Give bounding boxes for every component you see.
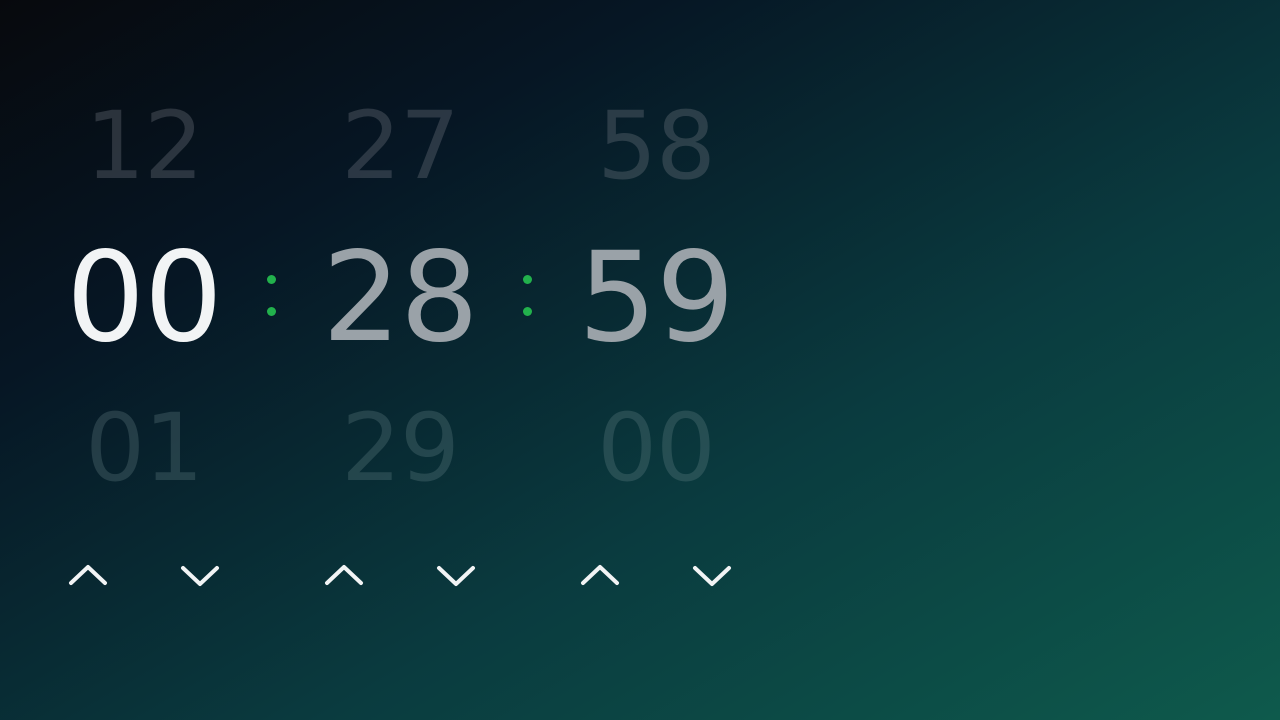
- chevron-up-icon: [69, 565, 107, 585]
- seconds-current-value[interactable]: 59: [544, 236, 768, 360]
- separator-dot: [267, 275, 276, 284]
- minutes-current-value[interactable]: 28: [288, 236, 512, 360]
- hours-decrement-button[interactable]: [180, 556, 220, 596]
- minutes-next-value[interactable]: 29: [288, 402, 512, 496]
- time-picker: 12 00 01 27 28 29 58 59 00: [0, 0, 800, 720]
- seconds-column[interactable]: 58 59 00: [544, 0, 768, 720]
- seconds-decrement-button[interactable]: [692, 556, 732, 596]
- time-separator: [267, 270, 277, 320]
- chevron-down-icon: [437, 566, 475, 586]
- separator-dot: [523, 307, 532, 316]
- chevron-down-icon: [181, 566, 219, 586]
- minutes-column[interactable]: 27 28 29: [288, 0, 512, 720]
- seconds-previous-value[interactable]: 58: [544, 100, 768, 194]
- separator-dot: [267, 307, 276, 316]
- seconds-next-value[interactable]: 00: [544, 402, 768, 496]
- hours-increment-button[interactable]: [68, 556, 108, 596]
- hours-column[interactable]: 12 00 01: [32, 0, 256, 720]
- minutes-decrement-button[interactable]: [436, 556, 476, 596]
- time-separator: [523, 270, 533, 320]
- chevron-down-icon: [693, 566, 731, 586]
- hours-previous-value[interactable]: 12: [32, 100, 256, 194]
- separator-dot: [523, 275, 532, 284]
- chevron-up-icon: [325, 565, 363, 585]
- chevron-up-icon: [581, 565, 619, 585]
- minutes-increment-button[interactable]: [324, 556, 364, 596]
- hours-current-value[interactable]: 00: [32, 236, 256, 360]
- hours-next-value[interactable]: 01: [32, 402, 256, 496]
- minutes-previous-value[interactable]: 27: [288, 100, 512, 194]
- seconds-increment-button[interactable]: [580, 556, 620, 596]
